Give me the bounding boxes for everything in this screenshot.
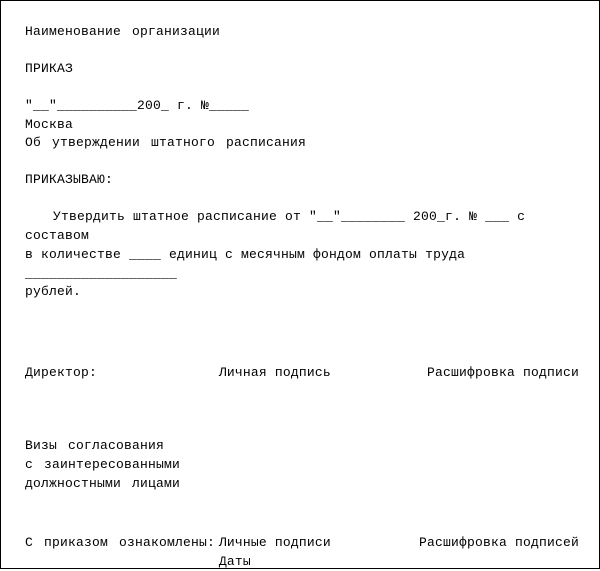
ack-sign-row: С приказом ознакомлены: Личные подписи Д… xyxy=(25,534,579,571)
body-line1: Утвердить штатное расписание от "__"____… xyxy=(25,208,579,246)
decipher-sign-label: Расшифровка подписи xyxy=(396,364,579,383)
subject: Об утверждении штатного расписания xyxy=(25,134,579,153)
order-label: ПРИКАЗ xyxy=(25,60,579,79)
org-name: Наименование организации xyxy=(25,23,579,42)
body-line2: в количестве ____ единиц с месячным фонд… xyxy=(25,246,579,284)
body-line3: рублей. xyxy=(25,283,579,302)
ack-mid-col: Личные подписи Даты xyxy=(219,534,396,571)
visas-block: Визы согласования с заинтересованными до… xyxy=(25,437,579,494)
date-number-line: "__"__________200_ г. №_____ xyxy=(25,97,579,116)
command-label: ПРИКАЗЫВАЮ: xyxy=(25,171,579,190)
visas-line3: должностными лицами xyxy=(25,475,579,494)
director-label: Директор: xyxy=(25,364,219,383)
visas-line2: с заинтересованными xyxy=(25,456,579,475)
decipher-signs-label: Расшифровка подписей xyxy=(396,534,579,571)
director-sign-row: Директор: Личная подпись Расшифровка под… xyxy=(25,364,579,383)
city: Москва xyxy=(25,116,579,135)
personal-signs-label: Личные подписи xyxy=(219,534,396,553)
dates-label: Даты xyxy=(219,553,396,571)
personal-sign-label: Личная подпись xyxy=(219,364,396,383)
ack-label: С приказом ознакомлены: xyxy=(25,534,219,571)
visas-line1: Визы согласования xyxy=(25,437,579,456)
document-page: Наименование организации ПРИКАЗ "__"____… xyxy=(0,0,600,569)
